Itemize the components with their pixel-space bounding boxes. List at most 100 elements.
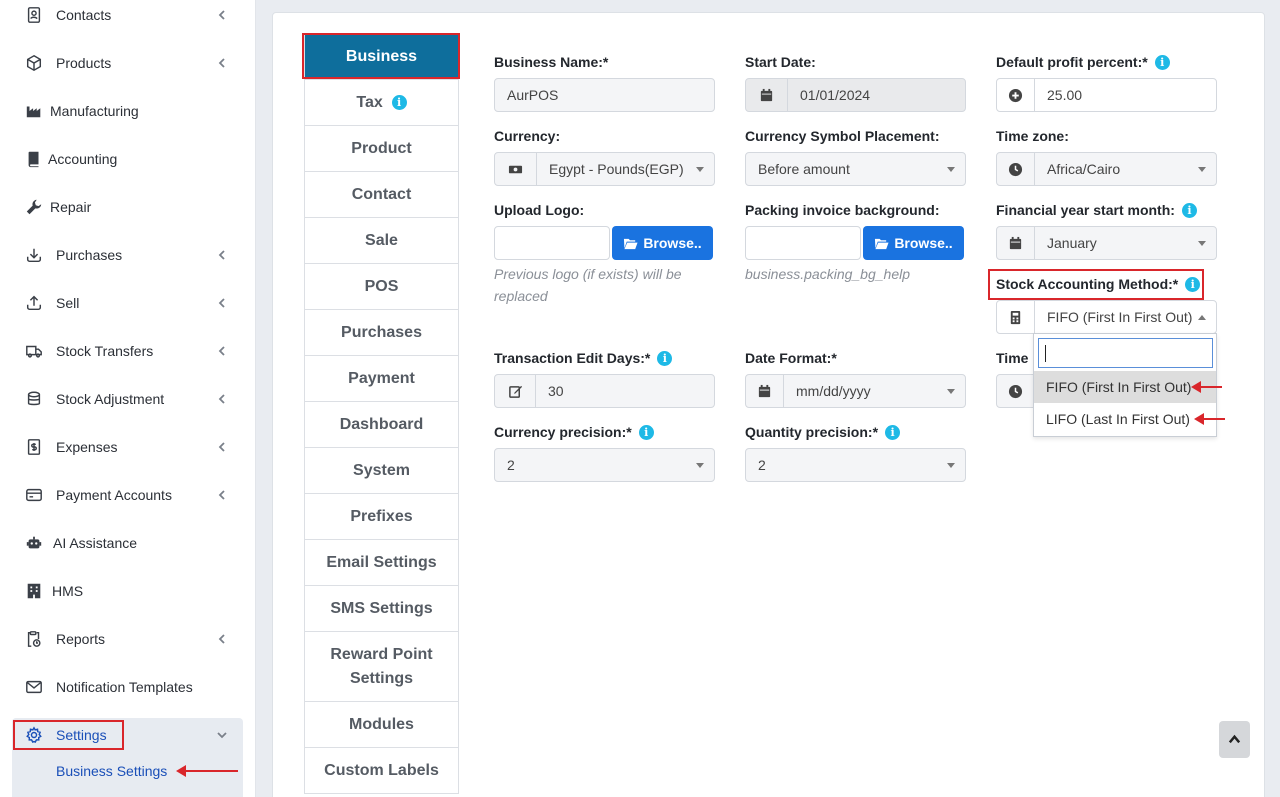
currency-precision-select[interactable]: 2 [494,448,715,482]
stock-method-dropdown: FIFO (First In First Out) LIFO (Last In … [1033,333,1217,437]
sidebar-item-label: HMS [52,583,84,599]
upload-logo-browse-button[interactable]: Browse.. [612,226,713,260]
info-icon[interactable]: i [1154,54,1170,70]
sidebar-item-ai-assistance[interactable]: AI Assistance [0,519,256,567]
business-tab-highlight-annotation [302,33,460,79]
dropdown-option-fifo[interactable]: FIFO (First In First Out) [1034,371,1216,403]
info-icon[interactable]: i [391,95,407,110]
folder-open-icon [875,238,889,249]
scroll-to-top-button[interactable] [1219,721,1250,758]
sidebar-item-stock-transfers[interactable]: Stock Transfers [0,327,256,375]
stock-method-select[interactable]: FIFO (First In First Out) [996,300,1217,334]
robot-icon [24,533,44,553]
tab-label: Modules [349,715,414,733]
sidebar-item-payment-accounts[interactable]: Payment Accounts [0,471,256,519]
time-zone-select[interactable]: Africa/Cairo [996,152,1217,186]
sidebar-item-reports[interactable]: Reports [0,615,256,663]
hotel-icon [24,581,44,601]
sidebar-item-label: Stock Transfers [56,343,154,359]
profit-percent-input[interactable]: 25.00 [996,78,1217,112]
calendar-icon [997,227,1035,259]
symbol-placement-select[interactable]: Before amount [745,152,966,186]
business-name-input[interactable]: AurPOS [494,78,715,112]
tab-label: Purchases [341,323,422,341]
start-date-input[interactable]: 01/01/2024 [745,78,966,112]
tab-label: SMS Settings [330,599,433,617]
tab-sms-settings[interactable]: SMS Settings [304,586,459,632]
sidebar-item-hms[interactable]: HMS [0,567,256,615]
quantity-precision-label: Quantity precision:* i [745,424,901,440]
sidebar-item-repair[interactable]: Repair [0,183,256,231]
wrench-icon [24,197,44,217]
currency-label: Currency: [494,128,561,144]
stock-method-highlight-annotation [988,269,1204,300]
dropdown-option-lifo[interactable]: LIFO (Last In First Out) [1034,403,1216,435]
tab-custom-labels[interactable]: Custom Labels [304,748,459,794]
sidebar-item-notification-templates[interactable]: Notification Templates [0,663,256,711]
tab-prefixes[interactable]: Prefixes [304,494,459,540]
sidebar-item-label: Sell [56,295,80,311]
tab-label: Reward Point Settings [330,645,433,687]
chevron-left-icon [216,56,230,70]
caret-down-icon [1198,166,1206,172]
calculator-icon [997,301,1035,333]
tab-email-settings[interactable]: Email Settings [304,540,459,586]
sidebar-item-stock-adjustment[interactable]: Stock Adjustment [0,375,256,423]
sidebar-item-expenses[interactable]: Expenses [0,423,256,471]
tab-contact[interactable]: Contact [304,172,459,218]
browse-label: Browse.. [894,235,953,251]
book-icon [24,149,44,169]
sidebar-item-label: Payment Accounts [56,487,172,503]
tab-sale[interactable]: Sale [304,218,459,264]
currency-precision-label: Currency precision:* i [494,424,654,440]
tab-label: Product [351,139,412,157]
tab-modules[interactable]: Modules [304,702,459,748]
tab-label: Sale [365,231,398,249]
chevron-left-icon [216,440,230,454]
info-icon[interactable]: i [638,424,654,440]
sidebar-item-sell[interactable]: Sell [0,279,256,327]
dropdown-search-input[interactable] [1038,338,1213,368]
tab-pos[interactable]: POS [304,264,459,310]
tab-payment[interactable]: Payment [304,356,459,402]
quantity-precision-select[interactable]: 2 [745,448,966,482]
tab-purchases[interactable]: Purchases [304,310,459,356]
date-format-select[interactable]: mm/dd/yyyy [745,374,966,408]
packing-bg-browse-button[interactable]: Browse.. [863,226,964,260]
info-icon[interactable]: i [1181,202,1197,218]
sidebar-item-label: Reports [56,631,106,647]
upload-logo-field[interactable] [494,226,610,260]
box-icon [24,53,44,73]
arrow-annotation [1194,413,1225,425]
upload-logo-help: Previous logo (if exists) will be replac… [494,266,682,304]
info-icon[interactable]: i [885,424,901,440]
fy-start-month-select[interactable]: January [996,226,1217,260]
info-icon[interactable]: i [657,350,673,366]
currency-select[interactable]: Egypt - Pounds(EGP) [494,152,715,186]
money-bill-icon [495,153,537,185]
packing-bg-field[interactable] [745,226,861,260]
sidebar-item-manufacturing[interactable]: Manufacturing [0,87,256,135]
tab-product[interactable]: Product [304,126,459,172]
chevron-down-icon [216,728,230,742]
sidebar-item-contacts[interactable]: Contacts [0,0,256,39]
database-icon [24,389,44,409]
tab-label: POS [364,277,399,295]
sidebar-item-purchases[interactable]: Purchases [0,231,256,279]
sidebar-item-products[interactable]: Products [0,39,256,87]
sidebar-item-label: Notification Templates [56,679,193,695]
plus-circle-icon [997,79,1035,111]
tab-tax[interactable]: Tax i [304,80,459,126]
calendar-icon [746,79,788,111]
sidebar: Contacts Products Manufacturing Accounti… [0,0,256,797]
settings-highlight-annotation [13,720,124,750]
tab-dashboard[interactable]: Dashboard [304,402,459,448]
tab-system[interactable]: System [304,448,459,494]
sidebar-item-label: AI Assistance [53,535,138,551]
sidebar-item-accounting[interactable]: Accounting [0,135,256,183]
date-format-label: Date Format:* [745,350,837,366]
receipt-icon [24,437,44,457]
sidebar-item-label: Purchases [56,247,123,263]
edit-days-input[interactable]: 30 [494,374,715,408]
tab-reward-point-settings[interactable]: Reward Point Settings [304,632,459,702]
